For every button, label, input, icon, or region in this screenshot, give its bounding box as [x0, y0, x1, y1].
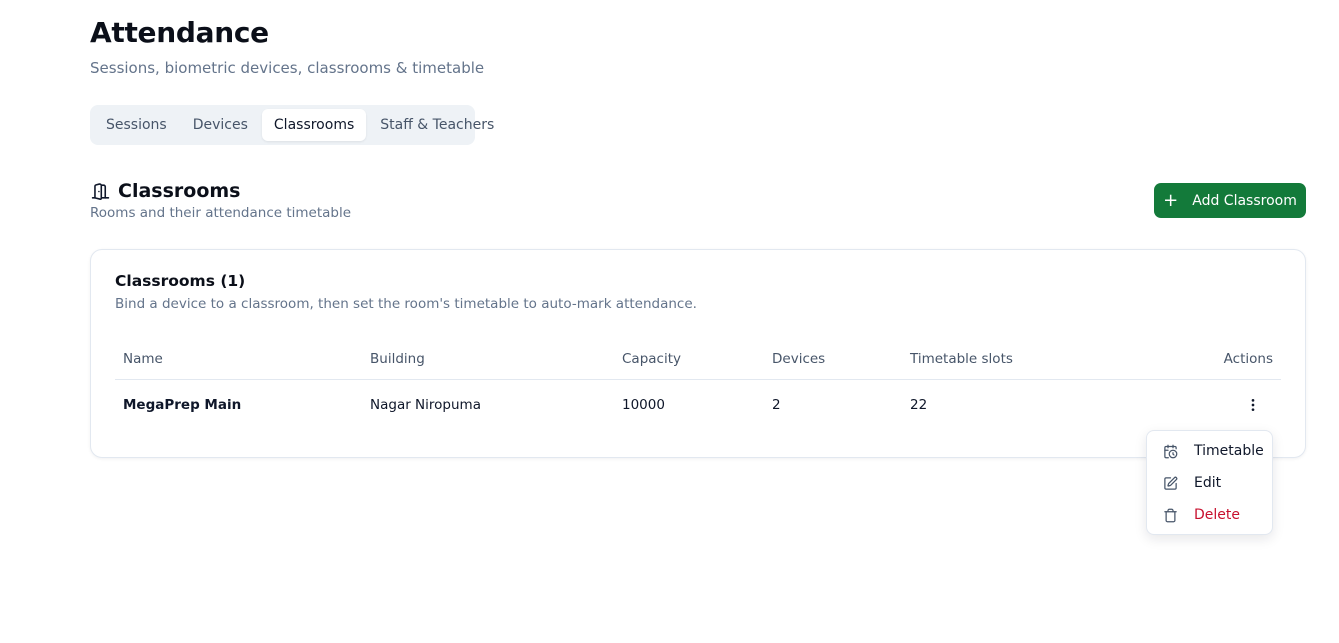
- menu-item-label: Timetable: [1194, 443, 1264, 459]
- cell-devices: 2: [772, 397, 781, 413]
- edit-icon: [1162, 475, 1178, 491]
- table-row[interactable]: MegaPrep Main Nagar Niropuma 10000 2 22: [115, 380, 1281, 430]
- menu-item-delete[interactable]: Delete: [1151, 499, 1268, 531]
- cell-capacity: 10000: [622, 397, 665, 413]
- column-header-building[interactable]: Building: [370, 351, 425, 367]
- section-title: Classrooms: [118, 180, 241, 202]
- tab-classrooms[interactable]: Classrooms: [261, 109, 367, 141]
- cell-name: MegaPrep Main: [123, 397, 242, 413]
- row-actions-menu: Timetable Edit Delete: [1146, 430, 1273, 535]
- column-header-name[interactable]: Name: [123, 351, 163, 367]
- menu-item-timetable[interactable]: Timetable: [1151, 435, 1268, 467]
- cell-building: Nagar Niropuma: [370, 397, 481, 413]
- column-header-capacity[interactable]: Capacity: [622, 351, 681, 367]
- add-classroom-label: Add Classroom: [1192, 192, 1297, 209]
- menu-item-label: Edit: [1194, 475, 1222, 491]
- cell-timetable-slots: 22: [910, 397, 928, 413]
- card-title: Classrooms (1): [115, 272, 246, 290]
- column-header-timetable-slots[interactable]: Timetable slots: [910, 351, 1013, 367]
- table-header: Name Building Capacity Devices Timetable…: [115, 342, 1281, 380]
- column-header-devices[interactable]: Devices: [772, 351, 825, 367]
- section-subtitle: Rooms and their attendance timetable: [90, 205, 352, 221]
- page-subtitle: Sessions, biometric devices, classrooms …: [90, 59, 485, 77]
- door-icon: [90, 181, 110, 201]
- classrooms-card: Classrooms (1) Bind a device to a classr…: [90, 249, 1306, 458]
- classrooms-table: Name Building Capacity Devices Timetable…: [115, 342, 1281, 430]
- tab-devices[interactable]: Devices: [181, 109, 260, 141]
- section-header: Classrooms Rooms and their attendance ti…: [90, 180, 351, 221]
- card-description: Bind a device to a classroom, then set t…: [115, 296, 697, 312]
- menu-item-edit[interactable]: Edit: [1151, 467, 1268, 499]
- row-actions-kebab-icon[interactable]: [1241, 393, 1265, 417]
- tab-staff-teachers[interactable]: Staff & Teachers: [368, 109, 506, 141]
- trash-icon: [1162, 507, 1178, 523]
- tab-bar: Sessions Devices Classrooms Staff & Teac…: [90, 105, 494, 145]
- calendar-clock-icon: [1162, 443, 1178, 459]
- page-title: Attendance: [90, 16, 269, 49]
- plus-icon: +: [1163, 189, 1179, 211]
- column-header-actions: Actions: [1223, 351, 1273, 367]
- menu-item-label: Delete: [1194, 507, 1240, 523]
- add-classroom-button[interactable]: + Add Classroom: [1154, 183, 1306, 218]
- tab-sessions[interactable]: Sessions: [94, 109, 179, 141]
